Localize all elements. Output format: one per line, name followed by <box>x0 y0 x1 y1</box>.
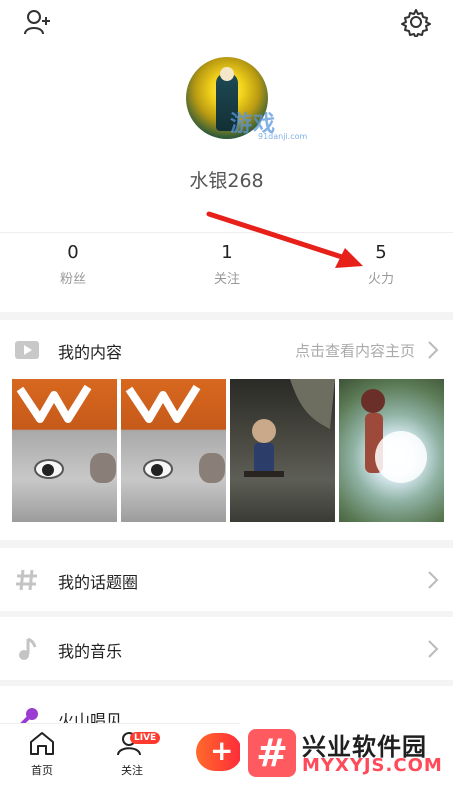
gear-icon[interactable] <box>400 6 432 38</box>
username: 水银268 <box>189 170 264 192</box>
list-item-music[interactable]: 我的音乐 <box>0 617 453 681</box>
w-logo-icon <box>16 384 92 423</box>
list-item-topic-circle[interactable]: 我的话题圈 <box>0 548 453 612</box>
live-badge: LIVE <box>130 732 161 744</box>
hashtag-logo-icon: # <box>248 729 296 777</box>
stat-fans-value: 0 <box>67 242 79 263</box>
avatar-figure-head <box>220 67 234 81</box>
avatar-watermark-sub: 91danji.com <box>258 132 308 141</box>
add-user-icon[interactable] <box>22 6 54 38</box>
video-icon <box>15 341 39 359</box>
list-item-label: 我的音乐 <box>58 642 123 661</box>
nose-shape <box>199 453 225 483</box>
content-thumbnail[interactable] <box>339 379 444 522</box>
chevron-right-icon <box>428 571 439 589</box>
pupil-shape <box>151 464 163 476</box>
content-home-link[interactable]: 点击查看内容主页 <box>295 340 415 361</box>
chevron-right-icon <box>428 640 439 658</box>
section-gap <box>0 312 453 320</box>
annotation-arrow <box>206 211 363 268</box>
stat-following-label: 关注 <box>213 272 240 287</box>
my-content-title: 我的内容 <box>58 343 123 362</box>
home-icon <box>30 732 54 755</box>
hashtag-icon <box>16 569 37 591</box>
nav-home[interactable]: 首页 <box>12 730 72 778</box>
list-item-label: 我的话题圈 <box>58 573 139 592</box>
w-logo-icon <box>125 384 201 423</box>
figurine-scene <box>244 379 335 477</box>
stat-fans[interactable]: 0 粉丝 <box>13 240 133 287</box>
stat-fans-label: 粉丝 <box>59 272 86 287</box>
top-bar <box>0 0 453 46</box>
stat-firepower-label: 火力 <box>367 272 394 287</box>
create-button[interactable]: + <box>196 733 242 771</box>
character-scene <box>361 389 427 483</box>
content-thumbnails <box>12 379 444 522</box>
watermark-url: MYXYJS.COM <box>302 755 443 776</box>
section-gap <box>0 540 453 548</box>
music-note-icon <box>19 637 37 660</box>
plus-icon: + <box>210 734 234 767</box>
site-watermark: # 兴业软件园 MYXYJS.COM <box>240 723 453 787</box>
nav-follow-label: 关注 <box>121 764 143 777</box>
chevron-right-icon <box>428 341 439 359</box>
pupil-shape <box>42 464 54 476</box>
content-thumbnail[interactable] <box>12 379 117 522</box>
nose-shape <box>90 453 116 483</box>
my-content-header[interactable]: 我的内容 点击查看内容主页 <box>0 330 453 370</box>
content-thumbnail[interactable] <box>121 379 226 522</box>
nav-home-label: 首页 <box>31 764 53 777</box>
content-thumbnail[interactable] <box>230 379 335 522</box>
